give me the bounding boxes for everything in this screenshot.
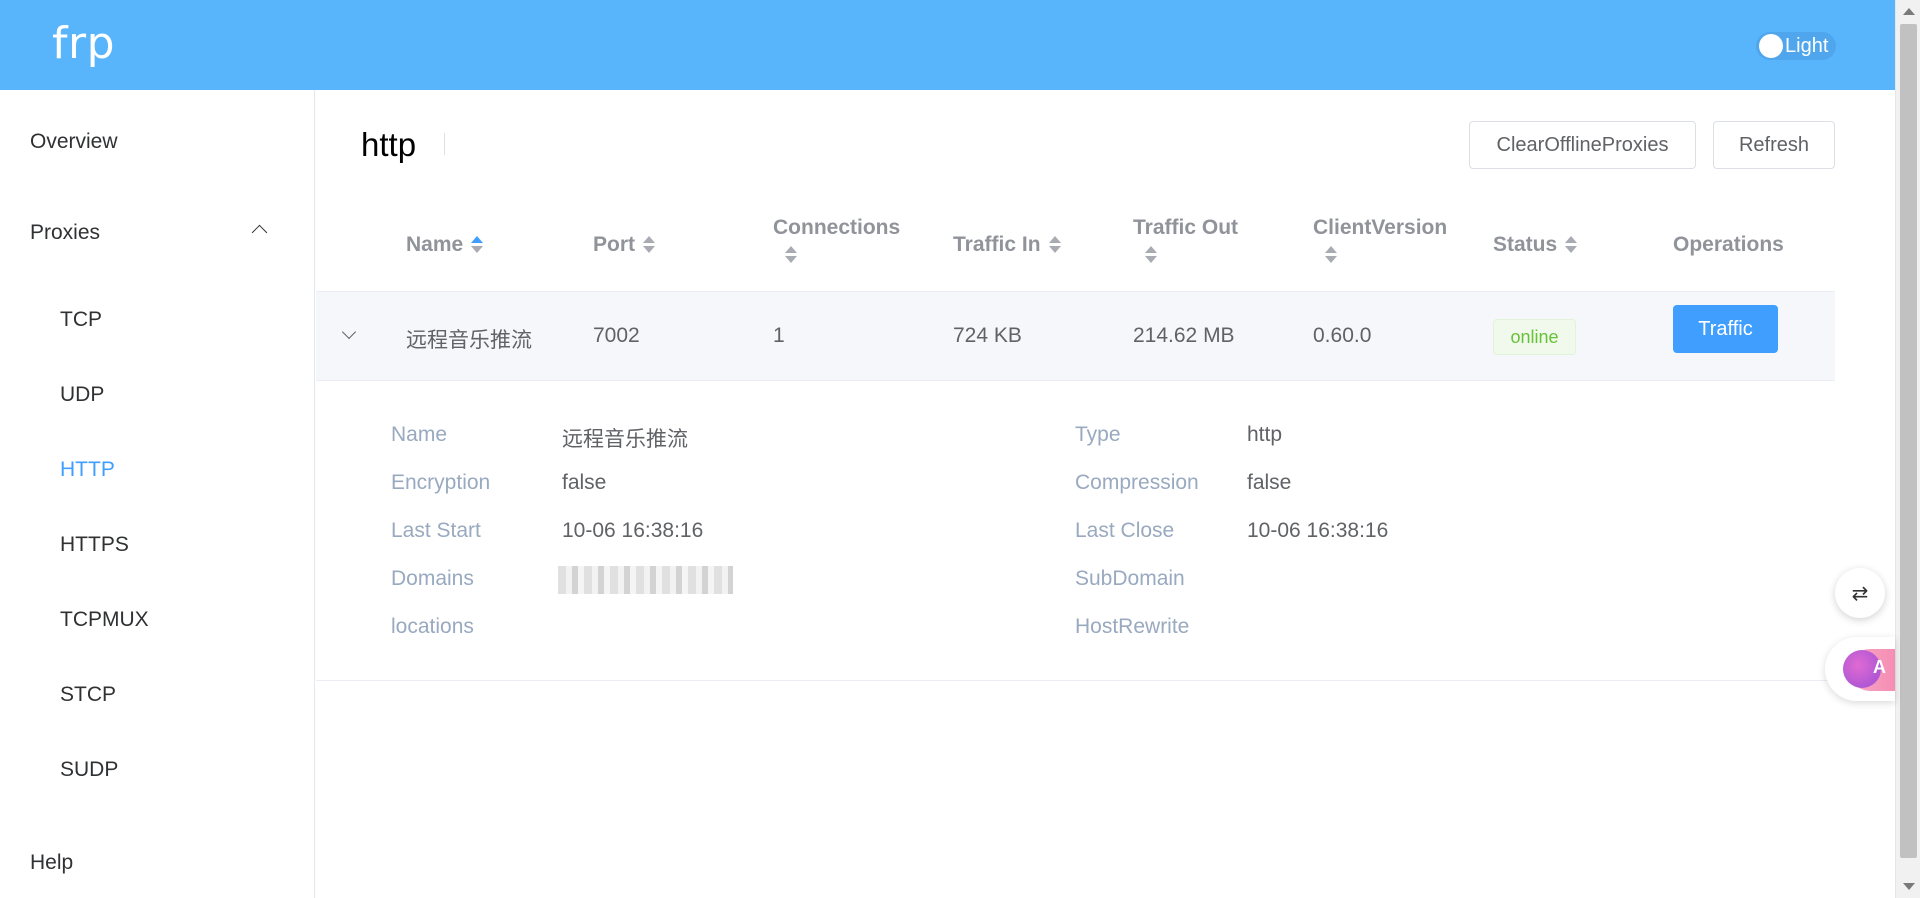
column-header-status[interactable]: Status <box>1493 229 1578 261</box>
translate-button[interactable]: ⇄ <box>1835 568 1885 618</box>
title-divider <box>444 133 445 155</box>
detail-encryption-value: false <box>562 471 607 494</box>
cell-connections: 1 <box>773 324 785 347</box>
sidebar-item-help[interactable]: Help <box>30 851 73 875</box>
scroll-down-arrow-icon[interactable] <box>1903 883 1915 890</box>
vertical-scrollbar[interactable] <box>1895 0 1920 898</box>
clear-offline-proxies-button[interactable]: ClearOfflineProxies <box>1469 121 1696 169</box>
cell-client-version: 0.60.0 <box>1313 324 1372 347</box>
column-label: Traffic Out <box>1133 216 1239 239</box>
sidebar-item-https[interactable]: HTTPS <box>60 533 129 557</box>
sidebar-item-proxies[interactable]: Proxies <box>30 221 100 245</box>
detail-type-value: http <box>1247 423 1283 446</box>
detail-name-value: 远程音乐推流 <box>562 428 688 451</box>
sidebar-item-tcp[interactable]: TCP <box>60 308 102 332</box>
detail-compression-value: false <box>1247 471 1292 494</box>
sort-icon[interactable] <box>1048 236 1061 254</box>
sidebar: Overview Proxies TCP UDP HTTP HTTPS TCPM… <box>0 90 315 898</box>
sidebar-item-sudp[interactable]: SUDP <box>60 758 118 782</box>
ai-text: A <box>1873 657 1886 677</box>
column-label: Connections <box>773 216 901 239</box>
detail-encryption-label: Encryption <box>391 471 491 494</box>
detail-last-start-value: 10-06 16:38:16 <box>562 519 704 542</box>
scroll-up-arrow-icon[interactable] <box>1903 8 1915 15</box>
column-header-traffic-in[interactable]: Traffic In <box>953 229 1061 261</box>
sort-icon[interactable] <box>1145 246 1157 264</box>
detail-type-label: Type <box>1075 423 1121 446</box>
toggle-knob <box>1759 34 1783 58</box>
cell-traffic-in: 724 KB <box>953 324 1022 347</box>
ai-assistant-button[interactable]: A <box>1825 637 1895 701</box>
detail-hostrewrite-label: HostRewrite <box>1075 615 1190 638</box>
sidebar-item-http[interactable]: HTTP <box>60 458 115 482</box>
sort-icon[interactable] <box>1565 236 1578 254</box>
column-header-operations: Operations <box>1673 229 1784 261</box>
chevron-up-icon[interactable] <box>251 224 268 241</box>
cell-name: 远程音乐推流 <box>406 329 532 352</box>
detail-divider <box>316 680 1895 681</box>
detail-subdomain-label: SubDomain <box>1075 567 1185 590</box>
column-header-port[interactable]: Port <box>593 229 655 261</box>
status-badge: online <box>1493 319 1576 355</box>
sort-icon[interactable] <box>471 236 484 254</box>
sidebar-item-tcpmux[interactable]: TCPMUX <box>60 608 149 632</box>
refresh-button[interactable]: Refresh <box>1713 121 1835 169</box>
detail-locations-label: locations <box>391 615 474 638</box>
scroll-thumb[interactable] <box>1900 24 1917 858</box>
sort-icon[interactable] <box>643 236 655 254</box>
domains-redacted-value <box>558 566 733 594</box>
cell-traffic-out: 214.62 MB <box>1133 324 1235 347</box>
column-label: Name <box>406 233 464 256</box>
sidebar-item-udp[interactable]: UDP <box>60 383 104 407</box>
column-header-traffic-out[interactable]: Traffic Out <box>1133 212 1238 264</box>
column-header-client-version[interactable]: ClientVersion <box>1313 212 1447 264</box>
sidebar-item-overview[interactable]: Overview <box>30 130 118 154</box>
column-label: ClientVersion <box>1313 216 1448 239</box>
column-label: Operations <box>1673 233 1784 256</box>
cell-port: 7002 <box>593 324 640 347</box>
detail-last-close-value: 10-06 16:38:16 <box>1247 519 1389 542</box>
column-label: Status <box>1493 233 1558 256</box>
sidebar-item-stcp[interactable]: STCP <box>60 683 116 707</box>
translate-icon: ⇄ <box>1851 581 1869 605</box>
column-label: Port <box>593 233 635 256</box>
sort-icon[interactable] <box>785 246 797 264</box>
sort-icon[interactable] <box>1325 246 1337 264</box>
detail-domains-label: Domains <box>391 567 474 590</box>
page-title: http <box>361 126 417 163</box>
column-header-name[interactable]: Name <box>406 229 484 261</box>
table-row[interactable] <box>316 292 1835 381</box>
traffic-button[interactable]: Traffic <box>1673 305 1778 353</box>
column-header-connections[interactable]: Connections <box>773 212 900 264</box>
detail-name-label: Name <box>391 423 448 446</box>
detail-compression-label: Compression <box>1075 471 1199 494</box>
column-label: Traffic In <box>953 233 1041 256</box>
app-logo[interactable]: frp <box>52 18 115 69</box>
theme-label: Light <box>1785 34 1829 57</box>
theme-toggle[interactable]: Light <box>1756 32 1836 60</box>
top-header: frp Light <box>0 0 1895 90</box>
detail-last-start-label: Last Start <box>391 519 481 542</box>
detail-last-close-label: Last Close <box>1075 519 1175 542</box>
